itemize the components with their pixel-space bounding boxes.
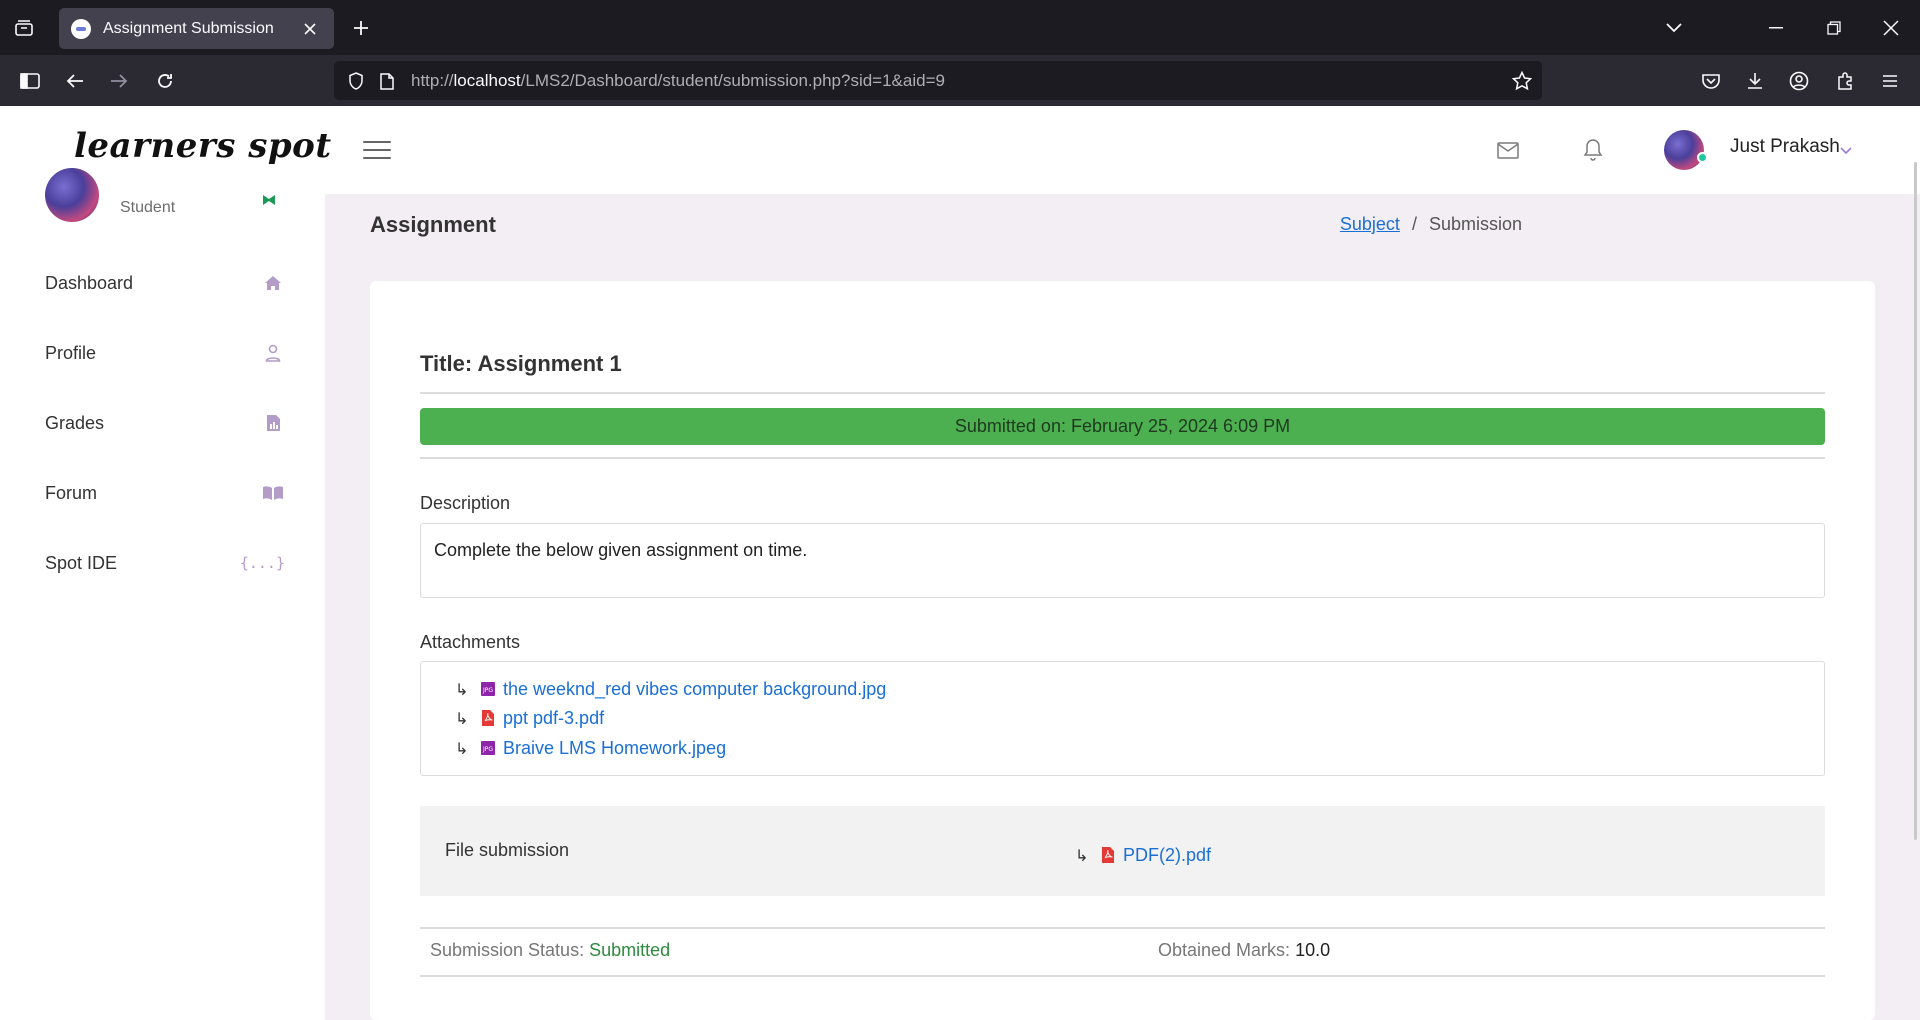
image-file-icon: JPG <box>481 681 495 697</box>
attachment-item: ↳ JPG Braive LMS Homework.jpeg <box>455 736 726 760</box>
tab-list-icon[interactable] <box>10 14 38 42</box>
user-avatar[interactable] <box>1664 130 1704 170</box>
obtained-marks-label: Obtained Marks: <box>1158 940 1291 960</box>
sidebar-item-spot-ide[interactable]: Spot IDE {...} <box>45 548 285 578</box>
site-favicon-icon <box>71 18 91 39</box>
page-info-icon[interactable] <box>375 69 399 93</box>
reload-icon[interactable] <box>151 67 179 95</box>
attachments-label: Attachments <box>420 632 521 652</box>
submitted-file-link[interactable]: PDF(2).pdf <box>1123 845 1211 866</box>
pdf-file-icon <box>481 710 495 726</box>
sidebar-toggle-icon[interactable] <box>16 67 44 95</box>
browser-tab-bar: Assignment Submission <box>0 0 1920 55</box>
sidebar-item-profile[interactable]: Profile <box>45 338 285 368</box>
url-path: /LMS2/Dashboard/student/submission.php?s… <box>520 71 945 90</box>
submitted-file-item: ↳ PDF(2).pdf <box>1075 843 1211 867</box>
page-scrollbar[interactable] <box>1914 162 1917 840</box>
sidebar-avatar <box>45 168 99 222</box>
url-text[interactable]: http://localhost/LMS2/Dashboard/student/… <box>411 71 945 91</box>
pdf-file-icon <box>1101 847 1115 863</box>
page-title: Assignment <box>370 212 496 237</box>
new-tab-icon[interactable] <box>347 14 375 42</box>
breadcrumb-separator: / <box>1411 214 1417 234</box>
chevron-down-icon[interactable] <box>1840 142 1852 160</box>
status-indicator-icon <box>262 193 276 211</box>
breadcrumb: Subject / Submission <box>1340 214 1522 235</box>
return-arrow-icon: ↳ <box>455 738 469 758</box>
divider <box>420 457 1825 459</box>
svg-text:JPG: JPG <box>482 687 493 694</box>
user-icon <box>261 341 285 365</box>
breadcrumb-subject-link[interactable]: Subject <box>1340 214 1400 235</box>
description-label: Description <box>420 493 511 513</box>
tab-title: Assignment Submission <box>103 19 274 37</box>
shield-icon[interactable] <box>344 69 368 93</box>
attachment-item: ↳ ppt pdf-3.pdf <box>455 706 604 730</box>
file-submission-label: File submission <box>445 840 570 860</box>
close-window-icon[interactable] <box>1877 14 1905 42</box>
minimize-icon[interactable] <box>1762 14 1790 42</box>
chevron-down-icon[interactable] <box>1660 14 1688 42</box>
attachment-link[interactable]: the weeknd_red vibes computer background… <box>503 679 886 700</box>
url-host: localhost <box>453 71 521 90</box>
sidebar-item-grades[interactable]: Grades <box>45 408 285 438</box>
description-text: Complete the below given assignment on t… <box>434 540 808 560</box>
attachment-link[interactable]: ppt pdf-3.pdf <box>503 708 604 729</box>
submission-status: Submission Status: Submitted <box>430 940 670 961</box>
home-icon <box>261 271 285 295</box>
divider <box>420 392 1825 394</box>
hamburger-menu-icon[interactable] <box>363 138 391 162</box>
pocket-icon[interactable] <box>1697 67 1725 95</box>
braces-icon: {...} <box>239 554 285 572</box>
sidebar-item-label: Profile <box>45 342 97 363</box>
return-arrow-icon: ↳ <box>455 679 469 699</box>
obtained-marks-value: 10.0 <box>1295 940 1331 960</box>
report-icon <box>261 411 285 435</box>
browser-tab-active[interactable]: Assignment Submission <box>59 8 334 49</box>
sidebar-item-forum[interactable]: Forum <box>45 478 285 508</box>
user-role: Student <box>120 199 176 216</box>
assignment-title: Title: Assignment 1 <box>420 351 622 376</box>
attachment-item: ↳ JPG the weeknd_red vibes computer back… <box>455 677 886 701</box>
user-name[interactable]: Just Prakash <box>1730 136 1840 158</box>
extensions-icon[interactable] <box>1831 67 1859 95</box>
back-arrow-icon[interactable] <box>61 67 89 95</box>
sidebar-item-dashboard[interactable]: Dashboard <box>45 268 285 298</box>
sidebar-item-label: Grades <box>45 412 105 433</box>
sidebar-item-label: Forum <box>45 482 98 503</box>
address-bar[interactable]: http://localhost/LMS2/Dashboard/student/… <box>334 61 1542 100</box>
download-icon[interactable] <box>1741 67 1769 95</box>
bookmark-star-icon[interactable] <box>1510 69 1534 93</box>
return-arrow-icon: ↳ <box>455 708 469 728</box>
sidebar-item-label: Dashboard <box>45 272 134 293</box>
bell-icon[interactable] <box>1579 136 1607 164</box>
breadcrumb-current: Submission <box>1428 214 1522 234</box>
forward-arrow-icon[interactable] <box>105 67 133 95</box>
close-tab-icon[interactable] <box>298 17 322 41</box>
book-icon <box>261 481 285 505</box>
image-file-icon: JPG <box>481 740 495 756</box>
url-prefix: http:// <box>411 71 454 90</box>
restore-icon[interactable] <box>1820 14 1848 42</box>
obtained-marks: Obtained Marks: 10.0 <box>1158 940 1330 961</box>
submission-status-label: Submission Status: <box>430 940 585 960</box>
site-logo[interactable]: learners spot <box>74 126 332 166</box>
submission-status-value: Submitted <box>589 940 671 960</box>
sidebar-item-label: Spot IDE <box>45 552 118 573</box>
account-icon[interactable] <box>1785 67 1813 95</box>
svg-text:JPG: JPG <box>482 746 493 753</box>
mail-icon[interactable] <box>1494 136 1522 164</box>
sidebar <box>0 194 325 1020</box>
online-status-dot <box>1697 152 1708 163</box>
return-arrow-icon: ↳ <box>1075 845 1089 865</box>
app-menu-icon[interactable] <box>1876 67 1904 95</box>
submitted-on-banner: Submitted on: February 25, 2024 6:09 PM <box>420 408 1825 445</box>
attachment-link[interactable]: Braive LMS Homework.jpeg <box>503 738 726 759</box>
